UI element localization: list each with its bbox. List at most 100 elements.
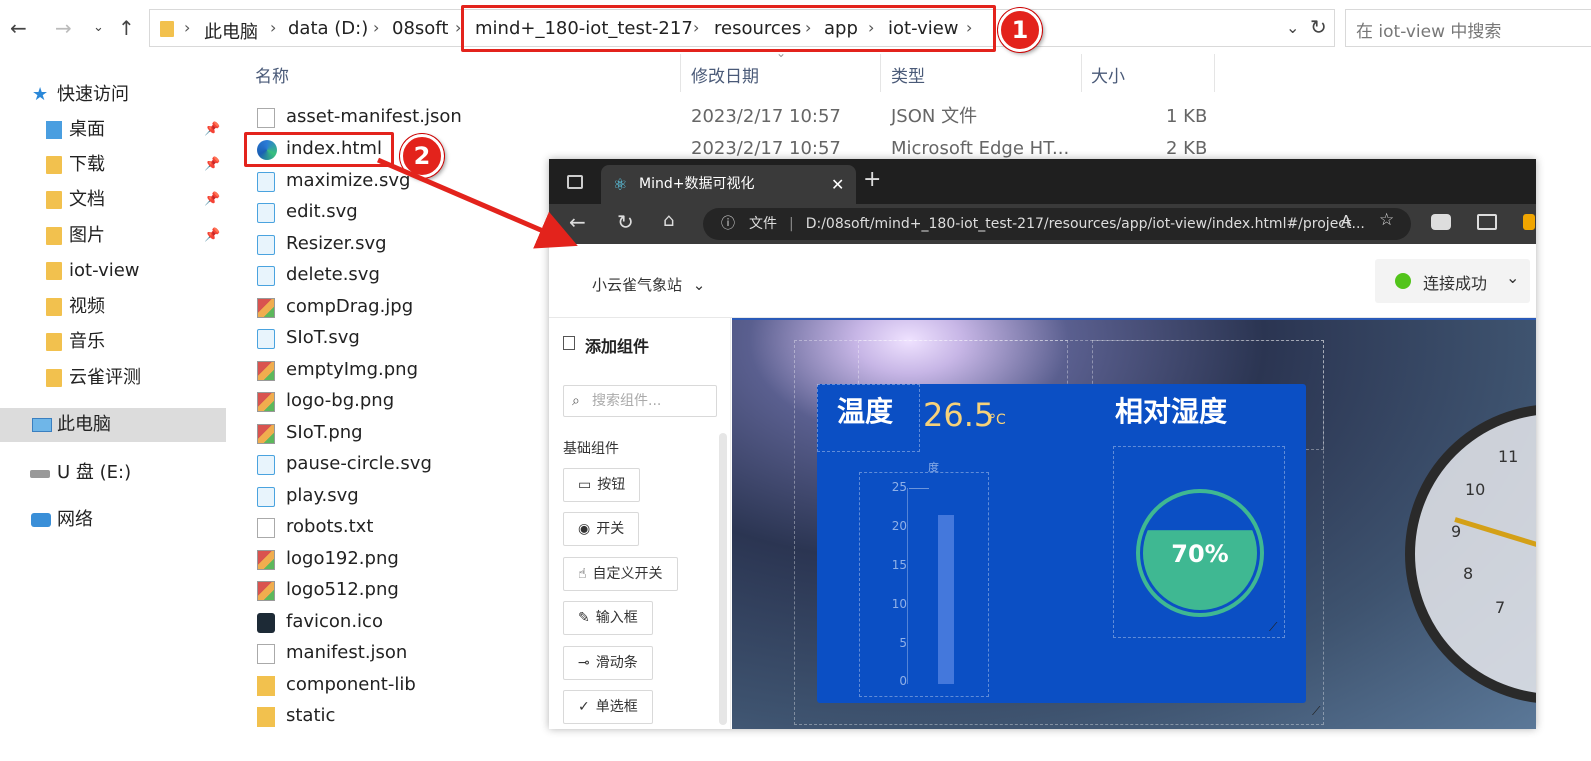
highlight-box-index [244,132,394,167]
axis-tick-label: 20 [891,519,907,533]
extension-icon[interactable] [1523,214,1535,230]
refresh-icon[interactable]: ↻ [1310,15,1327,39]
refresh-icon[interactable]: ↻ [617,210,634,234]
annotation-badge-1: 1 [998,8,1042,52]
new-tab-icon[interactable]: + [863,167,881,192]
clock-number: 8 [1463,564,1474,583]
humidity-value: 70% [1171,540,1228,568]
sidebar-item-documents[interactable]: 文档 📌 [0,183,226,217]
pin-icon[interactable]: 📌 [204,183,220,217]
component-custom-switch[interactable]: ☝ 自定义开关 [563,557,678,591]
pin-icon[interactable]: 📌 [204,113,220,147]
sidebar-label: 文档 [69,189,105,210]
sidebar-usb-drive[interactable]: U 盘 (E:) [0,456,226,490]
sidebar-item-pictures[interactable]: 图片 📌 [0,219,226,253]
column-divider[interactable] [680,54,681,92]
favorite-star-icon[interactable]: ☆ [1379,210,1394,230]
project-name: 小云雀气象站 [592,276,683,294]
dashboard-canvas[interactable]: 温度 26.5 °C 相对湿度 度 25 20 15 10 5 0 70% ⟋ … [732,318,1536,729]
radio-icon: ✓ [578,699,590,715]
sidebar-item-music[interactable]: 音乐 [0,325,226,359]
image-file-icon [257,424,275,444]
browser-tab[interactable]: ⚛ Mind+数据可视化 ✕ [601,165,856,204]
close-tab-icon[interactable]: ✕ [831,165,844,204]
component-button[interactable]: ▭ 按钮 [563,468,641,502]
forward-arrow-icon[interactable]: → [55,14,72,42]
read-aloud-icon[interactable]: A [1341,212,1351,230]
file-name: logo192.png [286,548,399,569]
home-icon[interactable]: ⌂ [663,210,674,231]
extension-icon[interactable] [1431,214,1451,230]
sidebar-item-videos[interactable]: 视频 [0,290,226,324]
back-arrow-icon[interactable]: ← [10,14,27,42]
image-file-icon [257,298,275,318]
sidebar-item-yunque[interactable]: 云雀评测 [0,361,226,395]
videos-folder-icon [46,298,62,316]
pin-icon[interactable]: 📌 [204,148,220,182]
column-header-type[interactable]: 类型 [891,62,925,87]
axis-tick-label: 0 [899,674,907,688]
column-header-date[interactable]: 修改日期 [691,62,759,87]
status-dot-icon [1395,273,1411,289]
file-name: play.svg [286,485,359,506]
clock-widget[interactable]: 11 10 9 8 7 [1405,404,1536,704]
component-input[interactable]: ✎ 输入框 [563,601,653,635]
back-arrow-icon[interactable]: ← [569,210,586,234]
panel-scrollbar[interactable] [719,433,727,725]
clock-number: 10 [1465,480,1486,499]
temperature-unit: °C [989,412,1006,428]
recent-dropdown-icon[interactable]: ⌄ [93,14,104,42]
sidebar-item-desktop[interactable]: 桌面 📌 [0,113,226,147]
status-text: 连接成功 [1423,274,1488,293]
resize-handle-icon[interactable]: ⟋ [1312,704,1320,719]
info-icon: ⓘ [721,216,735,232]
project-selector[interactable]: 小云雀气象站 ⌄ [592,274,705,295]
breadcrumb-drive[interactable]: data (D:) [288,18,368,39]
file-name: SIoT.svg [286,327,360,348]
column-divider[interactable] [1081,54,1082,92]
breadcrumb-08soft[interactable]: 08soft [392,18,448,39]
search-placeholder: 搜索组件... [592,393,662,409]
component-switch[interactable]: ◉ 开关 [563,512,640,546]
component-radio[interactable]: ✓ 单选框 [563,690,653,724]
sidebar-item-downloads[interactable]: 下载 📌 [0,148,226,182]
column-divider[interactable] [1214,54,1215,92]
extension-icon[interactable] [1477,214,1497,230]
svg-file-icon [257,266,275,286]
column-header-size[interactable]: 大小 [1091,62,1125,87]
sidebar-item-iot-view[interactable]: iot-view [0,254,226,288]
svg-file-icon [257,329,275,349]
sort-arrow-icon: ⌄ [776,46,787,60]
component-search-input[interactable]: ⌕ 搜索组件... [563,385,717,417]
tab-actions-icon[interactable] [567,175,583,189]
app-header: 小云雀气象站 ⌄ 连接成功 ⌄ [549,244,1536,318]
humidity-title: 相对湿度 [1115,395,1228,428]
column-header-name[interactable]: 名称 [255,62,289,87]
component-slider[interactable]: ⊸ 滑动条 [563,646,653,680]
breadcrumb-this-pc[interactable]: 此电脑 [204,18,258,44]
downloads-folder-icon [46,156,62,174]
search-input[interactable]: 在 iot-view 中搜索 [1345,9,1591,47]
component-label: 滑动条 [595,655,638,671]
sidebar-network[interactable]: 网络 [0,503,226,537]
folder-icon [257,676,275,696]
document-icon [257,644,275,664]
temperature-value: 26.5 [923,396,995,434]
url-field[interactable]: ⓘ 文件 | D:/08soft/mind+_180-iot_test-217/re… [703,208,1411,240]
column-divider[interactable] [880,54,881,92]
humidity-gauge: 70% [1136,489,1264,617]
pin-icon[interactable]: 📌 [204,219,220,253]
sidebar-this-pc[interactable]: 此电脑 [0,408,226,442]
connection-status[interactable]: 连接成功 ⌄ [1375,259,1530,303]
usb-drive-icon [30,470,50,478]
file-name: static [286,705,336,726]
file-name: delete.svg [286,264,380,285]
star-icon: ★ [32,84,49,105]
up-arrow-icon[interactable]: ↑ [118,14,135,42]
sensor-card[interactable]: 温度 26.5 °C 相对湿度 度 25 20 15 10 5 0 70% ⟋ [817,384,1306,703]
address-dropdown-icon[interactable]: ⌄ [1286,18,1299,37]
resize-handle-icon[interactable]: ⟋ [1269,620,1277,635]
image-file-icon [257,550,275,570]
sidebar-quick-access[interactable]: ★ 快速访问 [0,78,226,112]
file-name: robots.txt [286,516,374,537]
